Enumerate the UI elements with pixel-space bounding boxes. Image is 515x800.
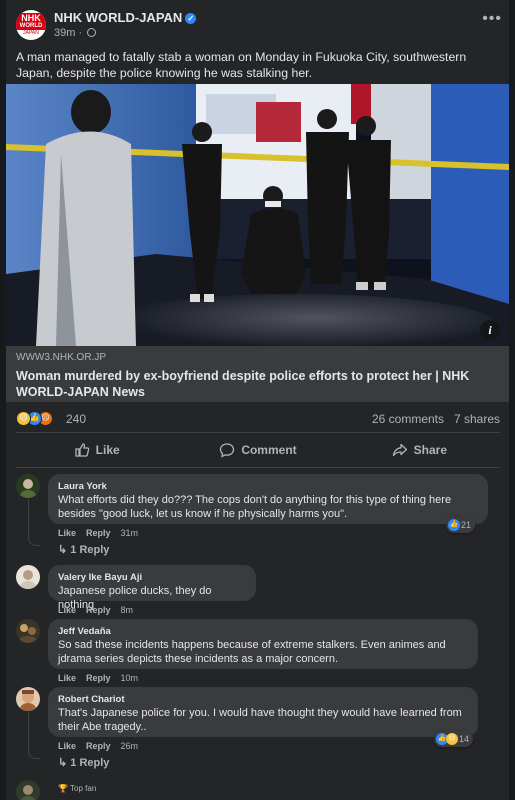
comment-text: So sad these incidents happens because o… — [58, 639, 446, 665]
share-label: Share — [413, 443, 447, 457]
thread-curve — [28, 749, 40, 759]
comment-like-button[interactable]: Like — [58, 528, 76, 538]
comment-reaction-count: 14 — [459, 734, 470, 744]
comment-reply-button[interactable]: Reply — [86, 673, 111, 683]
replies-count: 1 Reply — [70, 757, 110, 769]
page-name[interactable]: NHK WORLD-JAPAN ✓ — [54, 10, 197, 25]
post-actions: Like Comment Share — [16, 435, 500, 465]
avatar-logo-nhk: NHK — [16, 13, 46, 23]
comment-actions: Like Reply 31m — [58, 528, 138, 538]
comment-button[interactable]: Comment — [177, 435, 338, 465]
comment-reactions[interactable]: 👍 ☹ 14 — [434, 731, 474, 747]
comment-time[interactable]: 8m — [121, 605, 134, 615]
sad-reaction-icon[interactable]: ☹ — [16, 411, 31, 426]
post-card: NHK WORLD JAPAN NHK WORLD-JAPAN ✓ 39m · •… — [6, 0, 509, 800]
top-fan-badge: 🏆 Top fan — [58, 784, 96, 793]
avatar[interactable] — [16, 687, 40, 711]
comment-like-button[interactable]: Like — [58, 605, 76, 615]
comment-reply-button[interactable]: Reply — [86, 528, 111, 538]
thread-line — [28, 499, 29, 541]
comment-time[interactable]: 26m — [121, 741, 139, 751]
comment-count[interactable]: 26 comments — [372, 412, 444, 426]
share-count[interactable]: 7 shares — [454, 412, 500, 426]
share-button[interactable]: Share — [339, 435, 500, 465]
like-label: Like — [95, 443, 120, 457]
view-replies-link[interactable]: ↳ 1 Reply — [58, 756, 109, 769]
comment-time[interactable]: 31m — [121, 528, 139, 538]
link-domain: WWW3.NHK.OR.JP — [16, 352, 106, 363]
avatar[interactable] — [16, 619, 40, 643]
comment-actions: Like Reply 10m — [58, 673, 138, 683]
comment-reactions[interactable]: 👍 21 — [446, 517, 476, 533]
comment-time[interactable]: 10m — [121, 673, 139, 683]
page-name-text[interactable]: NHK WORLD-JAPAN — [54, 10, 182, 25]
comment-label: Comment — [241, 443, 297, 457]
comment-author[interactable]: Jeff Vedaña — [58, 625, 468, 638]
post-timestamp[interactable]: 39m · — [54, 27, 97, 39]
comment-bubble: Robert Chariot That's Japanese police fo… — [48, 687, 478, 737]
thread-line — [28, 712, 29, 754]
comment-author[interactable]: Robert Chariot — [58, 693, 468, 706]
crime-scene-photo — [6, 84, 509, 346]
verified-badge-icon: ✓ — [185, 13, 197, 24]
comment-actions: Like Reply 26m — [58, 741, 138, 751]
thumbs-up-icon — [75, 443, 89, 457]
avatar[interactable] — [16, 780, 40, 800]
more-options-button[interactable]: ••• — [482, 11, 502, 27]
comment-actions: Like Reply 8m — [58, 605, 133, 615]
comment-reply-button[interactable]: Reply — [86, 741, 111, 751]
like-button[interactable]: Like — [16, 435, 177, 465]
avatar-logo-world: WORLD — [16, 23, 46, 30]
view-replies-link[interactable]: ↳ 1 Reply — [58, 543, 109, 556]
comment-author[interactable]: Laura York — [58, 480, 478, 493]
comment-text: That's Japanese police for you. I would … — [58, 707, 462, 733]
info-icon[interactable]: i — [480, 320, 500, 340]
avatar[interactable] — [16, 474, 40, 498]
comment-reply-button[interactable]: Reply — [86, 605, 111, 615]
link-title[interactable]: Woman murdered by ex-boyfriend despite p… — [16, 368, 499, 400]
thread-curve — [28, 536, 40, 546]
reply-arrow-icon: ↳ — [58, 757, 71, 769]
share-arrow-icon — [392, 443, 407, 457]
top-fan-label: Top fan — [70, 784, 97, 793]
reaction-count[interactable]: 240 — [66, 412, 86, 426]
comment-text: What efforts did they do??? The cops don… — [58, 494, 452, 520]
sad-reaction-icon: ☹ — [446, 733, 458, 745]
page-avatar[interactable]: NHK WORLD JAPAN — [16, 10, 46, 40]
reactions-summary: ☹ 👍 ☹ 240 26 comments 7 shares — [16, 410, 500, 428]
avatar[interactable] — [16, 565, 40, 589]
post-time[interactable]: 39m — [54, 27, 75, 39]
comment-author[interactable]: Valery Ike Bayu Aji — [58, 571, 246, 584]
comment-bubble: Valery Ike Bayu Aji Japanese police duck… — [48, 565, 256, 611]
trophy-icon: 🏆 — [58, 784, 71, 793]
comment-like-button[interactable]: Like — [58, 741, 76, 751]
divider — [16, 432, 500, 433]
reply-arrow-icon: ↳ — [58, 544, 71, 556]
post-header: NHK WORLD JAPAN NHK WORLD-JAPAN ✓ 39m · •… — [16, 10, 501, 42]
comment-bubble: Laura York What efforts did they do??? T… — [48, 474, 488, 524]
like-reaction-icon: 👍 — [448, 519, 460, 531]
avatar-logo-japan: JAPAN — [16, 30, 46, 37]
globe-icon — [87, 28, 97, 37]
post-text: A man managed to fatally stab a woman on… — [16, 50, 467, 80]
link-preview[interactable]: WWW3.NHK.OR.JP Woman murdered by ex-boyf… — [6, 346, 509, 402]
comment-bubble: Jeff Vedaña So sad these incidents happe… — [48, 619, 478, 669]
comment-like-button[interactable]: Like — [58, 673, 76, 683]
comment-reaction-count: 21 — [461, 520, 472, 530]
divider — [16, 467, 500, 468]
comment-icon — [220, 443, 235, 458]
replies-count: 1 Reply — [70, 544, 110, 556]
post-image[interactable]: i — [6, 84, 509, 346]
